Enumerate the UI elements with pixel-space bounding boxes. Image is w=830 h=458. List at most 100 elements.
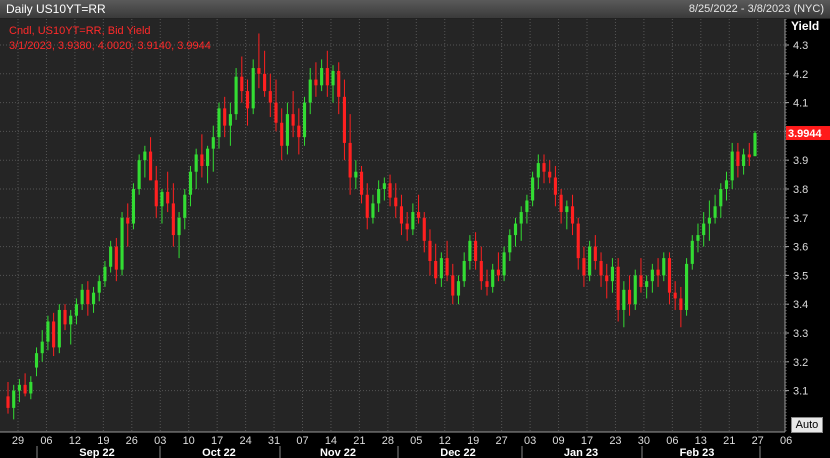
- candle-body: [747, 154, 751, 158]
- candle-body: [223, 108, 227, 126]
- candle-body: [63, 309, 67, 325]
- candle-body: [399, 206, 404, 224]
- candle-body: [342, 96, 347, 143]
- candle-body: [525, 200, 529, 213]
- candle-body: [131, 189, 136, 224]
- candle-body: [553, 177, 557, 195]
- candle-body: [268, 91, 272, 103]
- candle-body: [211, 137, 215, 149]
- candle-body: [491, 269, 495, 287]
- candle-body: [451, 275, 455, 296]
- candle-body: [411, 212, 415, 230]
- candle-body: [422, 217, 426, 241]
- candle-body: [667, 258, 672, 293]
- y-tick-label: 3.9: [793, 155, 808, 167]
- candle-body: [656, 269, 660, 276]
- candle-body: [508, 235, 512, 253]
- candle-body: [354, 171, 358, 178]
- candle-body: [610, 266, 615, 282]
- candle-body: [285, 114, 289, 146]
- x-tick-label: 14: [325, 435, 337, 447]
- candle-body: [74, 304, 78, 316]
- candle-body: [166, 191, 170, 204]
- candle-body: [337, 70, 341, 97]
- candle-body: [513, 223, 518, 236]
- candle-body: [240, 76, 244, 92]
- candle-body: [536, 163, 540, 178]
- candle-body: [502, 252, 506, 276]
- candle-body: [206, 148, 210, 166]
- candle-body: [702, 223, 706, 236]
- candle-body: [23, 384, 27, 394]
- candle-body: [434, 261, 438, 279]
- candle-body: [200, 154, 204, 166]
- candle-body: [257, 68, 261, 74]
- legend-series: Cndl, US10YT=RR, Bid Yield: [9, 25, 151, 37]
- candle-body: [462, 261, 466, 282]
- candle-body: [86, 289, 90, 305]
- x-tick-label: 03: [524, 435, 536, 447]
- candle-body: [34, 353, 39, 368]
- candle-body: [724, 180, 729, 189]
- y-tick-label: 3.7: [793, 213, 808, 225]
- candle-body: [394, 197, 398, 207]
- y-tick-label: 3.5: [793, 270, 808, 282]
- candle-body: [707, 217, 711, 224]
- x-tick-label: 21: [723, 435, 735, 447]
- candle-body: [542, 163, 546, 172]
- candle-body: [639, 275, 643, 287]
- candle-body: [80, 289, 84, 305]
- candle-body: [405, 223, 409, 230]
- candle-body: [382, 183, 386, 189]
- last-value-label: 3.9944: [788, 128, 823, 140]
- candle-body: [662, 258, 666, 276]
- candle-body: [359, 171, 364, 195]
- candle-body: [302, 102, 307, 138]
- y-tick-label: 3.4: [793, 299, 808, 311]
- candle-body: [126, 217, 130, 224]
- candle-body: [622, 289, 626, 310]
- candle-body: [143, 151, 147, 161]
- x-tick-label: 12: [69, 435, 81, 447]
- candle-body: [736, 151, 740, 166]
- x-month-label: Dec 22: [440, 447, 475, 458]
- auto-scale-button[interactable]: Auto: [791, 417, 823, 433]
- candle-body: [52, 321, 56, 348]
- candle-body: [6, 396, 10, 408]
- legend-values: 3/1/2023, 3.9380, 4.0020, 3.9140, 3.9944: [9, 40, 211, 52]
- candle-body: [468, 240, 472, 261]
- candle-body: [120, 217, 124, 270]
- candle-body: [479, 261, 483, 282]
- x-tick-label: 19: [467, 435, 479, 447]
- candle-body: [696, 235, 700, 241]
- candle-body: [137, 160, 141, 189]
- candle-body: [171, 203, 175, 236]
- candle-body: [46, 321, 50, 342]
- candle-body: [474, 240, 478, 261]
- y-axis-title: Yield: [791, 19, 819, 33]
- x-tick-label: 26: [126, 435, 138, 447]
- candle-body: [291, 114, 295, 126]
- y-tick-label: 3.2: [793, 357, 808, 369]
- candle-body: [531, 177, 535, 201]
- candle-body: [183, 194, 187, 218]
- x-tick-label: 24: [239, 435, 251, 447]
- candle-body: [263, 73, 267, 92]
- candlestick-chart: 3.13.23.33.43.53.63.73.83.94.04.14.24.3Y…: [0, 19, 830, 458]
- y-tick-label: 3.6: [793, 242, 808, 254]
- x-month-label: Nov 22: [320, 447, 356, 458]
- candle-body: [627, 289, 632, 305]
- candle-body: [485, 281, 489, 287]
- x-tick-label: 31: [268, 435, 280, 447]
- x-tick-label: 27: [496, 435, 508, 447]
- candle-body: [559, 194, 563, 213]
- x-tick-label: 27: [752, 435, 764, 447]
- candle-body: [742, 154, 746, 166]
- y-tick-label: 3.1: [793, 386, 808, 398]
- candle-body: [57, 309, 61, 348]
- candle-body: [519, 212, 523, 224]
- candle-body: [645, 281, 649, 287]
- candle-body: [217, 108, 221, 138]
- x-tick-label: 21: [353, 435, 365, 447]
- x-tick-label: 28: [382, 435, 394, 447]
